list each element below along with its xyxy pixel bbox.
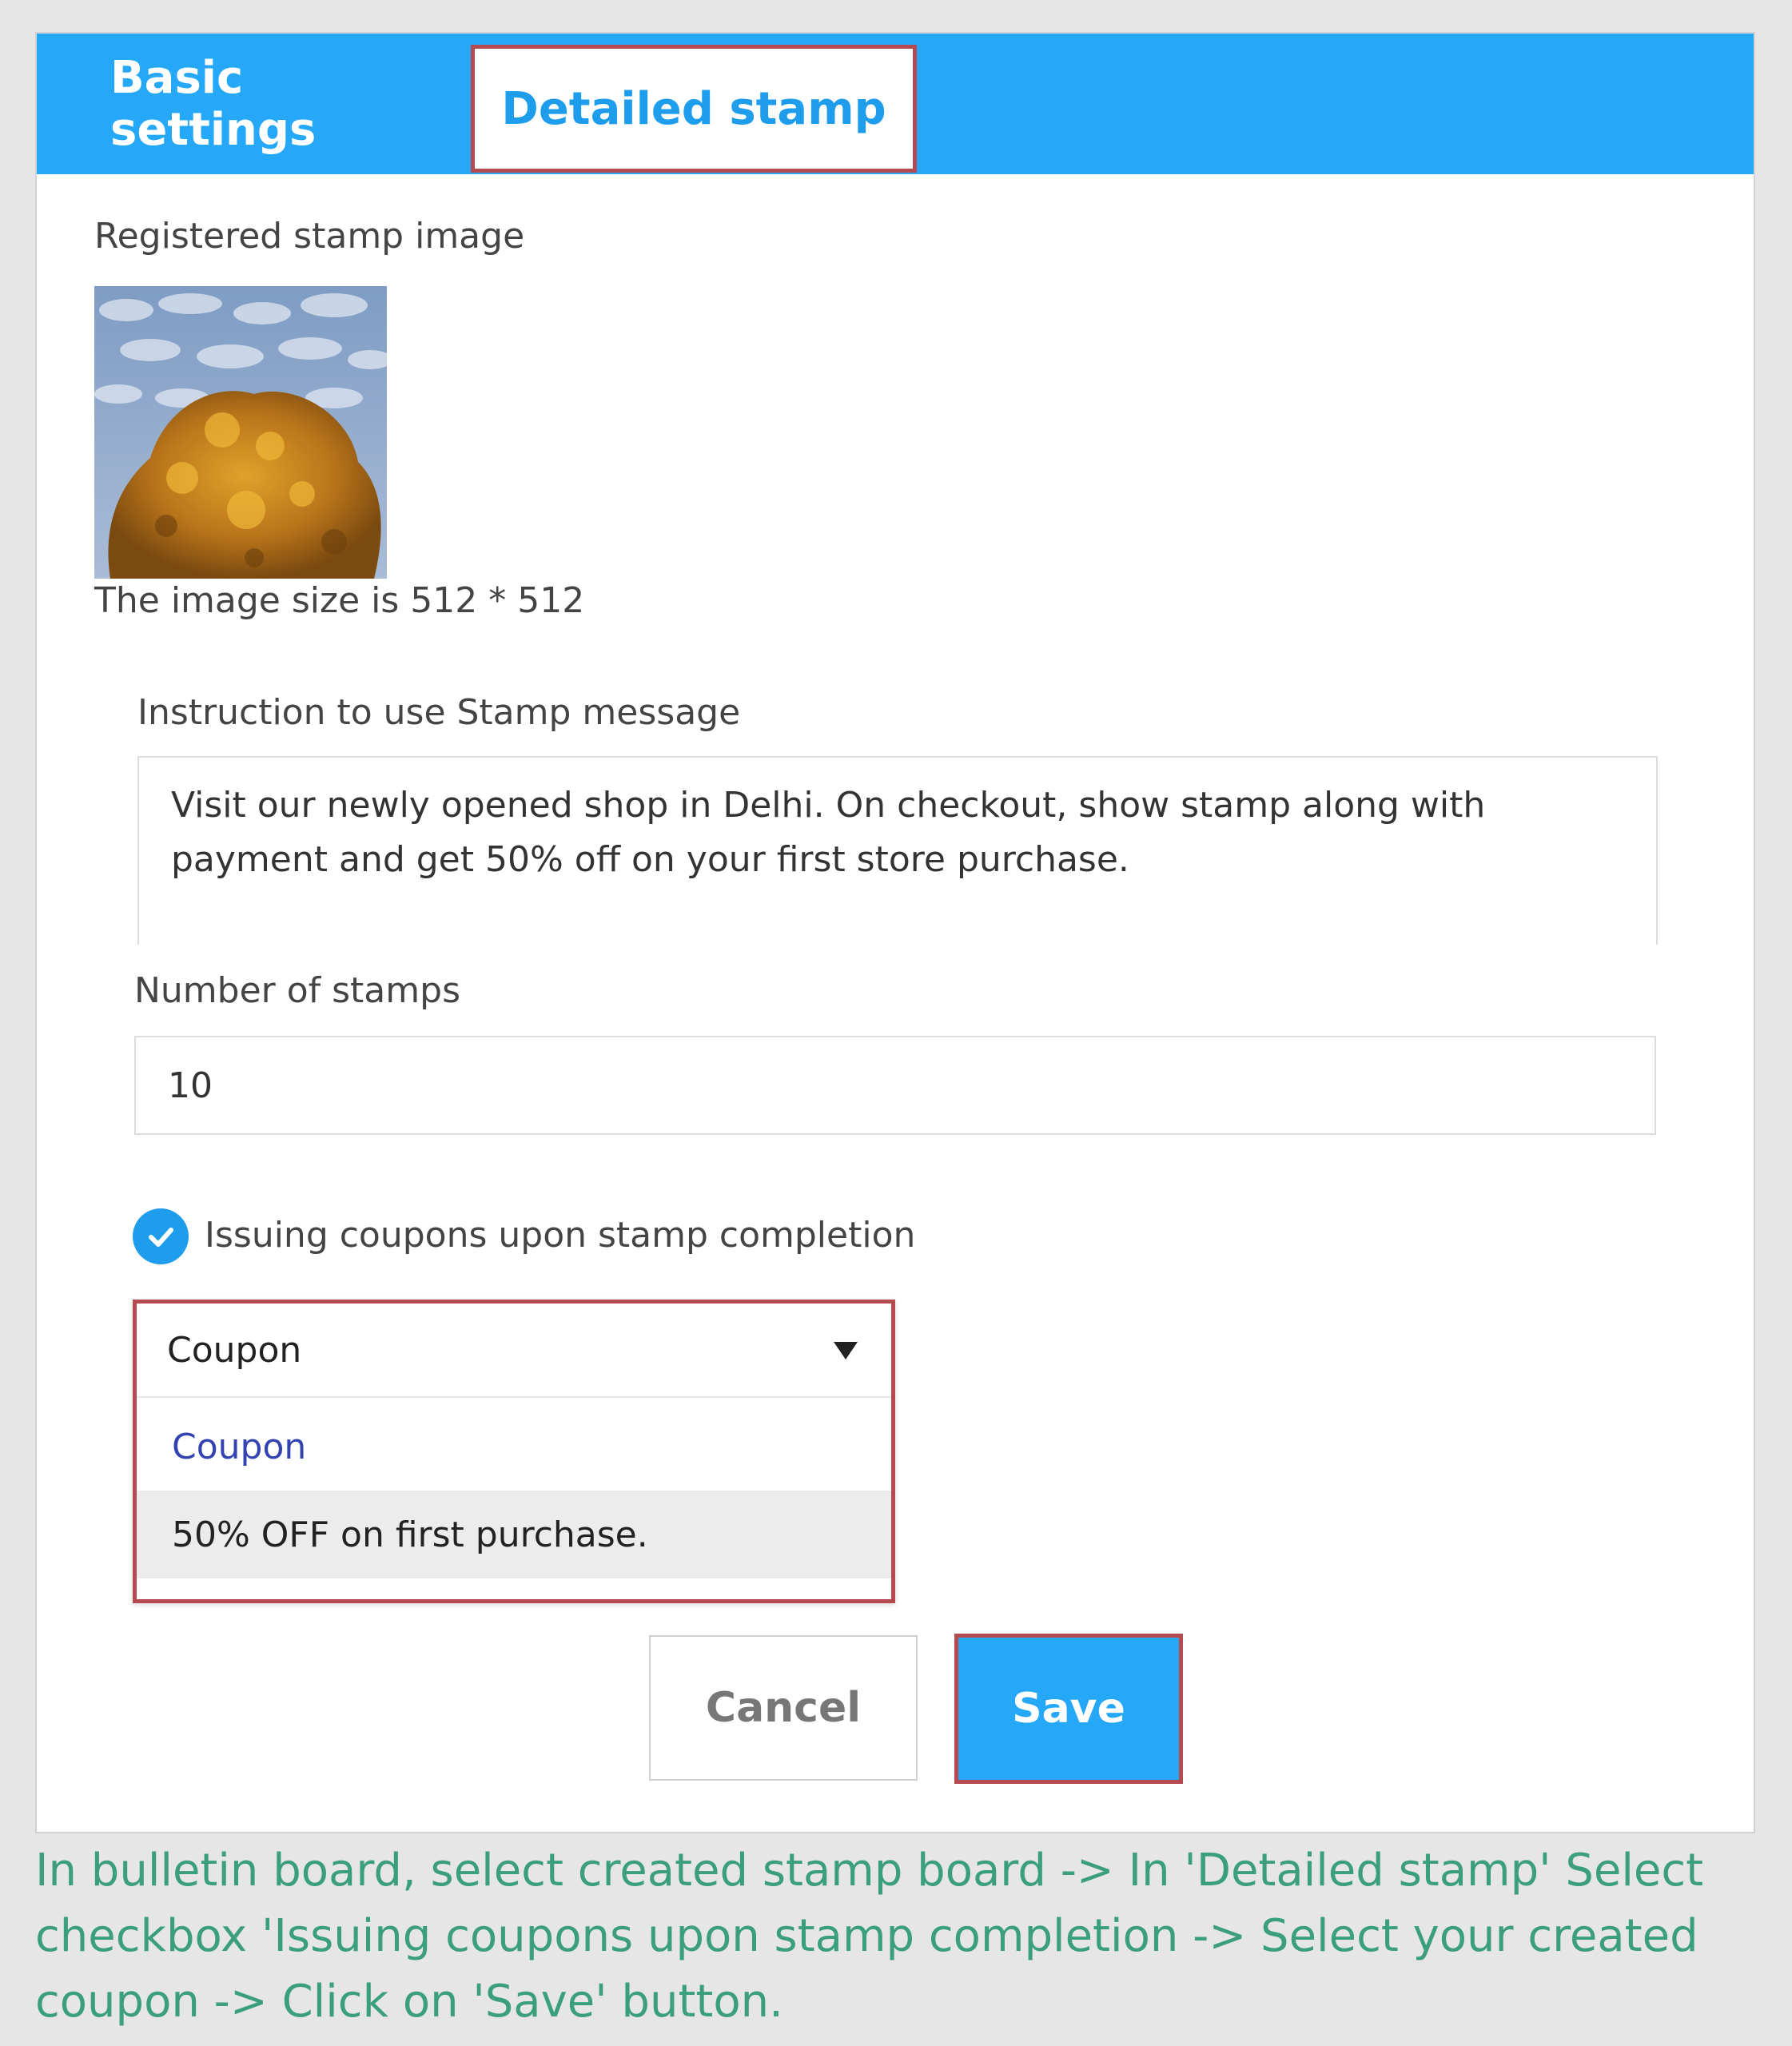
- stamp-image-label: Registered stamp image: [94, 216, 525, 257]
- coupon-select[interactable]: Coupon: [137, 1304, 891, 1398]
- tab-detailed-stamp[interactable]: Detailed stamp: [471, 45, 917, 173]
- coupon-option-50-off[interactable]: 50% OFF on first purchase.: [137, 1491, 891, 1578]
- tab-basic-settings[interactable]: Basic settings: [85, 34, 452, 174]
- number-of-stamps-input[interactable]: 10: [134, 1036, 1656, 1135]
- caret-down-icon: [834, 1342, 858, 1359]
- number-of-stamps-label: Number of stamps: [134, 970, 460, 1011]
- image-size-note: The image size is 512 * 512: [94, 580, 585, 621]
- issue-coupons-checkbox[interactable]: [133, 1208, 189, 1264]
- issue-coupons-label: Issuing coupons upon stamp completion: [205, 1215, 916, 1256]
- stamp-settings-panel: Basic settings Detailed stamp Registered…: [35, 32, 1755, 1833]
- tab-bar: Basic settings Detailed stamp: [37, 34, 1754, 174]
- checkmark-icon: [149, 1228, 173, 1247]
- instruction-caption: In bulletin board, select created stamp …: [35, 1845, 1704, 2028]
- cancel-button[interactable]: Cancel: [649, 1635, 918, 1781]
- instruction-textarea[interactable]: Visit our newly opened shop in Delhi. On…: [137, 756, 1658, 945]
- instruction-label: Instruction to use Stamp message: [137, 692, 741, 733]
- coupon-option-placeholder[interactable]: Coupon: [137, 1403, 891, 1491]
- coupon-select-value: Coupon: [167, 1329, 302, 1371]
- coupon-dropdown: Coupon Coupon 50% OFF on first purchase.: [133, 1300, 895, 1603]
- save-button[interactable]: Save: [954, 1634, 1183, 1784]
- stamp-image: [94, 286, 387, 579]
